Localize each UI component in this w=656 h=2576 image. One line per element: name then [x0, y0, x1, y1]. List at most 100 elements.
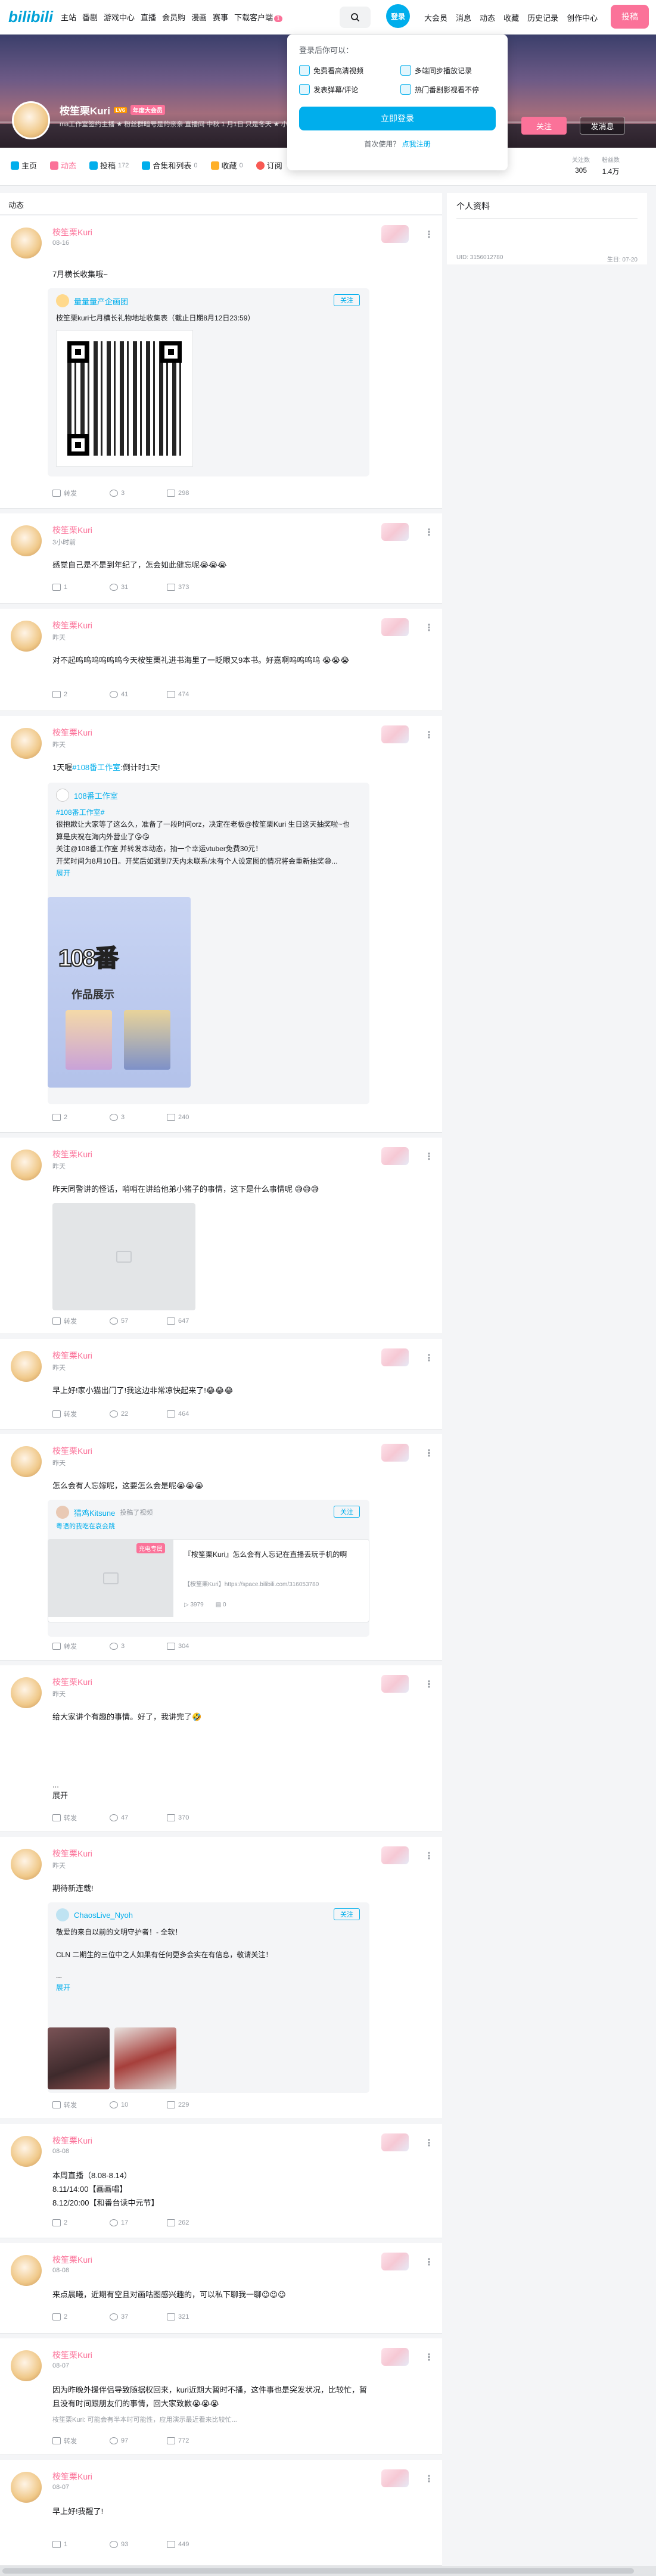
nav-link-esports[interactable]: 赛事	[213, 11, 228, 23]
forward-button[interactable]: 转发	[52, 2100, 80, 2110]
nav-link-main[interactable]: 主站	[61, 11, 76, 23]
forward-button[interactable]: 2	[52, 2219, 80, 2226]
forward-button[interactable]: 转发	[52, 1409, 80, 1419]
shared-author[interactable]: 猎鸡Kitsune	[74, 1507, 115, 1518]
like-button[interactable]: 298	[167, 488, 194, 498]
more-options-icon[interactable]: ⋮	[424, 1447, 434, 1459]
author-name[interactable]: 桉笙栗Kuri	[52, 2349, 92, 2361]
stat-fans[interactable]: 粉丝数 1.4万	[602, 155, 620, 176]
comment-button[interactable]: 57	[110, 1316, 137, 1326]
author-name[interactable]: 桉笙栗Kuri	[52, 226, 92, 238]
shared-post[interactable]: ChaosLive_Nyoh 关注 敬爱的来自以前的文明守护者！- 全软！ CL…	[48, 1902, 369, 2093]
forward-button[interactable]: 转发	[52, 1813, 80, 1823]
author-name[interactable]: 桉笙栗Kuri	[52, 2471, 92, 2482]
like-button[interactable]: 464	[167, 1409, 194, 1419]
shared-follow-button[interactable]: 关注	[334, 1908, 360, 1920]
author-name[interactable]: 桉笙栗Kuri	[52, 1676, 92, 1688]
author-name[interactable]: 桉笙栗Kuri	[52, 524, 92, 536]
horizontal-scrollbar[interactable]	[0, 2566, 656, 2576]
author-name[interactable]: 桉笙栗Kuri	[52, 1350, 92, 1362]
like-button[interactable]: 772	[167, 2436, 194, 2446]
forward-button[interactable]: 转发	[52, 1641, 80, 1651]
avatar[interactable]	[11, 525, 42, 556]
comment-button[interactable]: 47	[110, 1813, 137, 1823]
comment-button[interactable]: 3	[110, 488, 137, 498]
upload-button[interactable]: 投稿	[611, 5, 649, 29]
avatar[interactable]	[11, 1849, 42, 1880]
nav-link-game[interactable]: 游戏中心	[104, 11, 135, 23]
forward-button[interactable]: 转发	[52, 2436, 80, 2446]
shared-avatar[interactable]	[56, 1506, 69, 1519]
qr-code-image[interactable]	[56, 330, 193, 467]
comment-button[interactable]: 97	[110, 2436, 137, 2446]
comment-button[interactable]: 10	[110, 2100, 137, 2110]
avatar[interactable]	[11, 2350, 42, 2381]
shared-author[interactable]: 量量量产企画团	[74, 295, 128, 307]
author-name[interactable]: 桉笙栗Kuri	[52, 619, 92, 631]
author-name[interactable]: 桉笙栗Kuri	[52, 2254, 92, 2266]
like-button[interactable]: 474	[167, 691, 194, 698]
shared-follow-button[interactable]: 关注	[334, 294, 360, 306]
like-button[interactable]: 321	[167, 2313, 194, 2320]
like-button[interactable]: 370	[167, 1813, 194, 1823]
comment-button[interactable]: 93	[110, 2541, 137, 2548]
forward-button[interactable]: 2	[52, 691, 80, 698]
avatar[interactable]	[11, 1351, 42, 1382]
expand-link[interactable]: 展开	[56, 867, 354, 879]
profile-avatar[interactable]	[12, 101, 50, 139]
avatar[interactable]	[11, 728, 42, 759]
like-button[interactable]: 229	[167, 2100, 194, 2110]
avatar[interactable]	[11, 2136, 42, 2167]
avatar[interactable]	[11, 2472, 42, 2503]
message-button[interactable]: 发消息	[580, 117, 625, 135]
stat-following[interactable]: 关注数 305	[572, 155, 590, 176]
tab-uploads[interactable]: 投稿 172	[89, 160, 129, 171]
nav-download[interactable]: 下载客户端 1	[234, 11, 282, 23]
tab-collections[interactable]: 合集和列表 0	[142, 160, 198, 171]
forward-button[interactable]: 转发	[52, 1316, 80, 1326]
shared-author[interactable]: ChaosLive_Nyoh	[74, 1911, 133, 1920]
expand-link[interactable]: 展开	[52, 1789, 368, 1803]
tab-favorites[interactable]: 收藏 0	[210, 160, 243, 171]
video-title[interactable]: 『桉笙栗Kuri』怎么会有人忘记在直播丢玩手机的啊	[184, 1549, 351, 1560]
shared-avatar[interactable]	[56, 1908, 69, 1921]
forward-button[interactable]: 1	[52, 584, 80, 591]
more-options-icon[interactable]: ⋮	[424, 2473, 434, 2485]
like-button[interactable]: 304	[167, 1641, 194, 1651]
nav-link-live[interactable]: 直播	[141, 11, 156, 23]
topic-tag[interactable]: #108番工作室#	[56, 806, 354, 818]
avatar[interactable]	[11, 228, 42, 258]
post-image[interactable]	[114, 2027, 176, 2089]
shared-post[interactable]: 108番工作室 #108番工作室# 很抱歉让大家等了这么久，准备了一段时间orz…	[48, 783, 369, 1104]
more-options-icon[interactable]: ⋮	[424, 1678, 434, 1690]
avatar[interactable]	[11, 1677, 42, 1708]
bilibili-logo[interactable]: bilibili	[8, 8, 53, 26]
like-button[interactable]: 240	[167, 1114, 194, 1121]
comment-button[interactable]: 3	[110, 1114, 137, 1121]
tab-dynamics[interactable]: 动态	[50, 160, 76, 171]
author-name[interactable]: 桉笙栗Kuri	[52, 2135, 92, 2147]
tab-subscriptions[interactable]: 订阅	[256, 160, 282, 171]
shared-author[interactable]: 108番工作室	[74, 790, 118, 801]
author-name[interactable]: 桉笙栗Kuri	[52, 1848, 92, 1859]
comment-button[interactable]: 22	[110, 1409, 137, 1419]
nav-link-messages[interactable]: 消息	[456, 12, 471, 23]
search-button[interactable]	[340, 7, 371, 28]
more-options-icon[interactable]: ⋮	[424, 622, 434, 634]
expand-link[interactable]: 展开	[56, 1982, 354, 1993]
register-link[interactable]: 点我注册	[402, 140, 431, 148]
avatar[interactable]	[11, 1446, 42, 1477]
avatar[interactable]	[11, 2255, 42, 2286]
more-options-icon[interactable]: ⋮	[424, 2137, 434, 2149]
comment-button[interactable]: 17	[110, 2219, 137, 2226]
nav-link-creator[interactable]: 创作中心	[567, 12, 598, 23]
forward-button[interactable]: 2	[52, 1114, 80, 1121]
topic-link[interactable]: #108番工作室	[72, 763, 120, 772]
nav-link-anime[interactable]: 番剧	[82, 11, 98, 23]
tab-home[interactable]: 主页	[11, 160, 37, 171]
more-options-icon[interactable]: ⋮	[424, 2256, 434, 2268]
forward-button[interactable]: 1	[52, 2541, 80, 2548]
more-options-icon[interactable]: ⋮	[424, 229, 434, 241]
post-image[interactable]	[48, 2027, 110, 2089]
shared-post[interactable]: 量量量产企画团 关注 桉笙栗kuri七月横长礼物地址收集表（截止日期8月12日2…	[48, 288, 369, 476]
